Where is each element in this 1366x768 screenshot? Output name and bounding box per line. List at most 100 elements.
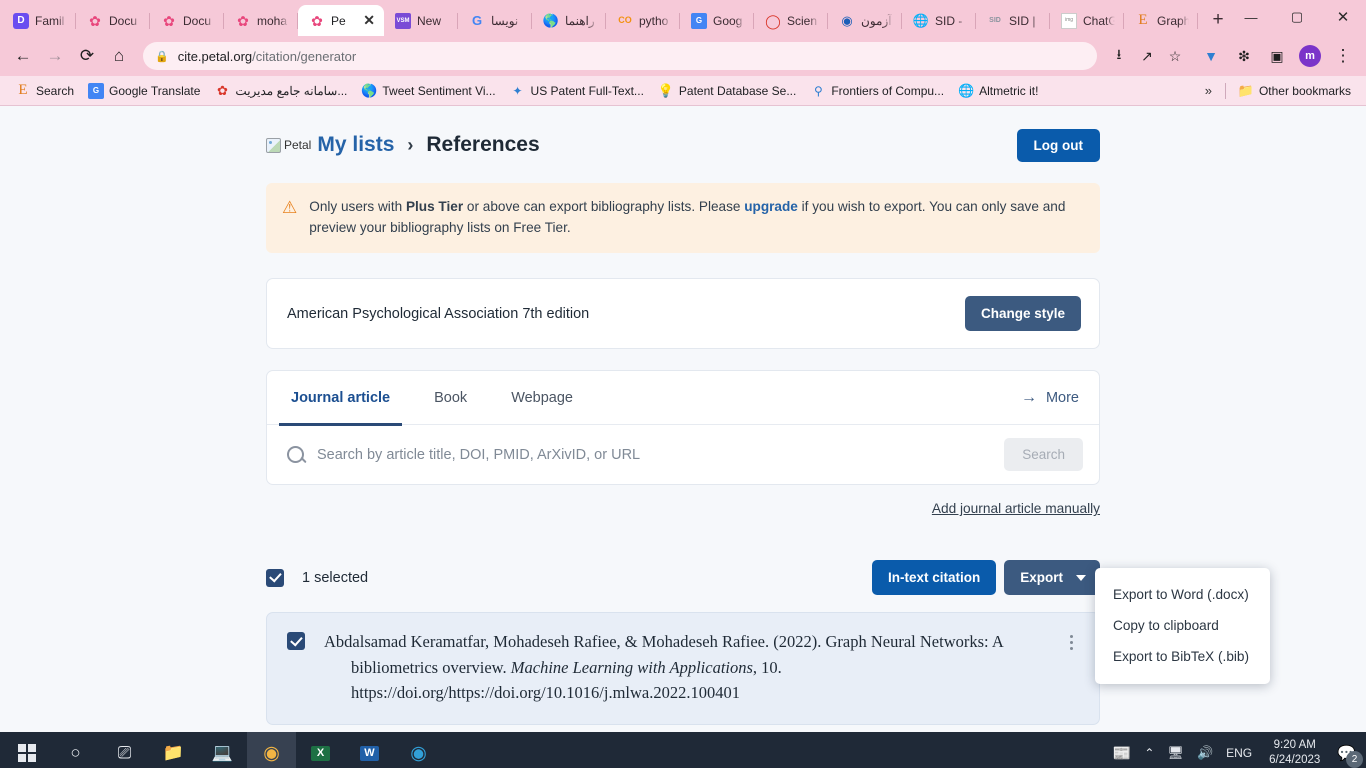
window-minimize-button[interactable]: — xyxy=(1228,0,1274,34)
browser-tab[interactable]: ✿ moha xyxy=(224,5,298,36)
bookmark-label: Altmetric it! xyxy=(979,83,1039,98)
bookmark-item[interactable]: G Google Translate xyxy=(82,80,206,102)
tab-favicon-google-translate: G xyxy=(691,12,707,29)
change-style-button[interactable]: Change style xyxy=(964,296,1081,332)
browser-tab[interactable]: ◉ آزمون xyxy=(828,5,902,36)
browser-tab[interactable]: D Famil xyxy=(2,5,76,36)
avatar: m xyxy=(1299,45,1321,67)
bookmark-item[interactable]: 🌎 Tweet Sentiment Vi... xyxy=(355,80,501,102)
search-row: Search xyxy=(267,425,1099,484)
warning-bold-plus-tier: Plus Tier xyxy=(405,199,464,214)
profile-avatar[interactable]: m xyxy=(1295,41,1325,71)
chrome-menu-icon[interactable]: ⋮ xyxy=(1328,41,1358,71)
more-source-types-button[interactable]: → More xyxy=(1021,389,1079,407)
bookmark-item[interactable]: 🌐 Altmetric it! xyxy=(952,80,1044,102)
share-icon[interactable]: ↗ xyxy=(1134,43,1160,69)
omnibox-actions: ⭳ ↗ ☆ xyxy=(1106,43,1188,69)
logo-alt-text: Petal xyxy=(284,138,312,152)
notification-center-button[interactable]: 💬 2 xyxy=(1337,744,1363,768)
other-bookmarks-button[interactable]: 📁 Other bookmarks xyxy=(1232,80,1357,102)
network-icon[interactable]: 🖥 xyxy=(1167,745,1184,761)
tab-favicon-globe: 🌐 xyxy=(912,13,930,28)
in-text-citation-button[interactable]: In-text citation xyxy=(871,560,997,596)
upgrade-link[interactable]: upgrade xyxy=(744,199,798,214)
back-icon[interactable]: ← xyxy=(8,41,38,71)
browser-tab[interactable]: 🌎 راهنما xyxy=(532,5,606,36)
broken-image-icon xyxy=(266,137,281,153)
taskbar-search-button[interactable]: ○ xyxy=(51,732,100,768)
browser-tab[interactable]: G نویسا xyxy=(458,5,532,36)
bookmark-star-icon[interactable]: ☆ xyxy=(1162,43,1188,69)
browser-tab[interactable]: G Goog xyxy=(680,5,754,36)
reference-checkbox[interactable] xyxy=(287,632,305,651)
tab-webpage[interactable]: Webpage xyxy=(507,371,577,425)
news-weather-icon[interactable]: 📰 xyxy=(1113,744,1132,762)
search-input[interactable] xyxy=(317,446,1005,463)
bookmark-item[interactable]: 💡 Patent Database Se... xyxy=(652,80,802,102)
browser-tab[interactable]: ◯ Scien xyxy=(754,5,828,36)
task-view-icon: ⎚ xyxy=(117,743,132,762)
browser-tab[interactable]: SID SID | xyxy=(976,5,1050,36)
puzzle-extensions-icon[interactable]: ❇ xyxy=(1229,41,1259,71)
tray-chevron-up-icon[interactable]: ⌃ xyxy=(1144,746,1154,760)
add-journal-article-manually-link[interactable]: Add journal article manually xyxy=(932,501,1100,516)
tab-journal-article[interactable]: Journal article xyxy=(278,371,403,426)
tab-favicon-flower: ✿ xyxy=(311,12,323,29)
browser-tab[interactable]: VSM New xyxy=(384,5,458,36)
bookmark-item[interactable]: E Search xyxy=(9,80,80,102)
menu-item-copy-clipboard[interactable]: Copy to clipboard xyxy=(1095,610,1270,641)
browser-tab[interactable]: ✿ Docu xyxy=(76,5,150,36)
tab-book[interactable]: Book xyxy=(430,371,471,425)
address-bar[interactable]: 🔒 cite.petal.org/citation/generator xyxy=(143,42,1097,70)
home-icon[interactable]: ⌂ xyxy=(104,41,134,71)
reload-icon[interactable]: ⟳ xyxy=(72,41,102,71)
browser-tab[interactable]: CO pytho xyxy=(606,5,680,36)
tab-favicon-flower: ✿ xyxy=(237,12,249,29)
taskbar-app-microsoft-word[interactable]: W xyxy=(345,732,394,768)
logout-button[interactable]: Log out xyxy=(1016,128,1100,162)
folder-icon: 📁 xyxy=(1237,82,1255,98)
taskbar-app-google-chrome[interactable]: ◉ xyxy=(247,732,296,768)
browser-tab-active[interactable]: ✿ Pe ✕ xyxy=(298,5,384,36)
bookmark-item[interactable]: ⚲ Frontiers of Compu... xyxy=(804,80,950,102)
menu-item-export-word[interactable]: Export to Word (.docx) xyxy=(1095,579,1270,610)
taskbar-clock[interactable]: 9:20 AM 6/24/2023 xyxy=(1265,738,1324,768)
tab-title: New xyxy=(417,13,442,28)
select-all-checkbox[interactable] xyxy=(266,568,284,587)
task-view-button[interactable]: ⎚ xyxy=(100,732,149,768)
export-button[interactable]: Export xyxy=(1004,560,1100,596)
menu-item-export-bibtex[interactable]: Export to BibTeX (.bib) xyxy=(1095,641,1270,672)
browser-tab[interactable]: img ChatG xyxy=(1050,5,1124,36)
clock-date: 6/24/2023 xyxy=(1269,754,1321,766)
browser-tab[interactable]: ✿ Docu xyxy=(150,5,224,36)
bookmark-item[interactable]: ✦ US Patent Full-Text... xyxy=(504,80,650,102)
tab-favicon-flower: ✿ xyxy=(163,12,175,29)
browser-tab[interactable]: 🌐 SID - xyxy=(902,5,976,36)
bookmark-item[interactable]: ✿ سامانه جامع مدیریت... xyxy=(208,80,353,102)
windows-start-icon xyxy=(17,744,36,762)
zotero-connector-icon[interactable]: ▼ xyxy=(1196,41,1226,71)
taskbar-app-microsoft-excel[interactable]: X xyxy=(296,732,345,768)
side-panel-icon[interactable]: ▣ xyxy=(1262,41,1292,71)
language-indicator[interactable]: ENG xyxy=(1226,746,1252,760)
taskbar-app-file-explorer[interactable]: 📁 xyxy=(149,732,198,768)
browser-tab[interactable]: E Graph xyxy=(1124,5,1198,36)
forward-icon[interactable]: → xyxy=(40,41,70,71)
breadcrumb-my-lists[interactable]: My lists xyxy=(317,133,394,157)
volume-icon[interactable]: 🔊 xyxy=(1197,745,1213,761)
tab-favicon-globe: ◉ xyxy=(841,13,853,28)
taskbar-app-microsoft-edge[interactable]: ◉ xyxy=(394,732,443,768)
windows-start-button[interactable] xyxy=(2,732,51,768)
window-close-button[interactable]: ✕ xyxy=(1320,0,1366,34)
window-maximize-button[interactable]: ▢ xyxy=(1274,0,1320,34)
tab-close-icon[interactable]: ✕ xyxy=(363,12,375,29)
taskbar-app-remote-desktop[interactable]: 💻 xyxy=(198,732,247,768)
tab-favicon-dpi: D xyxy=(13,12,29,29)
tab-title: راهنما xyxy=(565,13,595,28)
bookmarks-overflow-chevron[interactable]: » xyxy=(1198,80,1219,101)
citation-style-card: American Psychological Association 7th e… xyxy=(266,278,1100,350)
reference-kebab-menu-icon[interactable] xyxy=(1061,635,1081,706)
search-button[interactable]: Search xyxy=(1004,438,1083,472)
install-icon[interactable]: ⭳ xyxy=(1106,43,1132,69)
system-tray: 📰 ⌃ 🖥 🔊 ENG 9:20 AM 6/24/2023 💬 2 xyxy=(1113,738,1364,768)
